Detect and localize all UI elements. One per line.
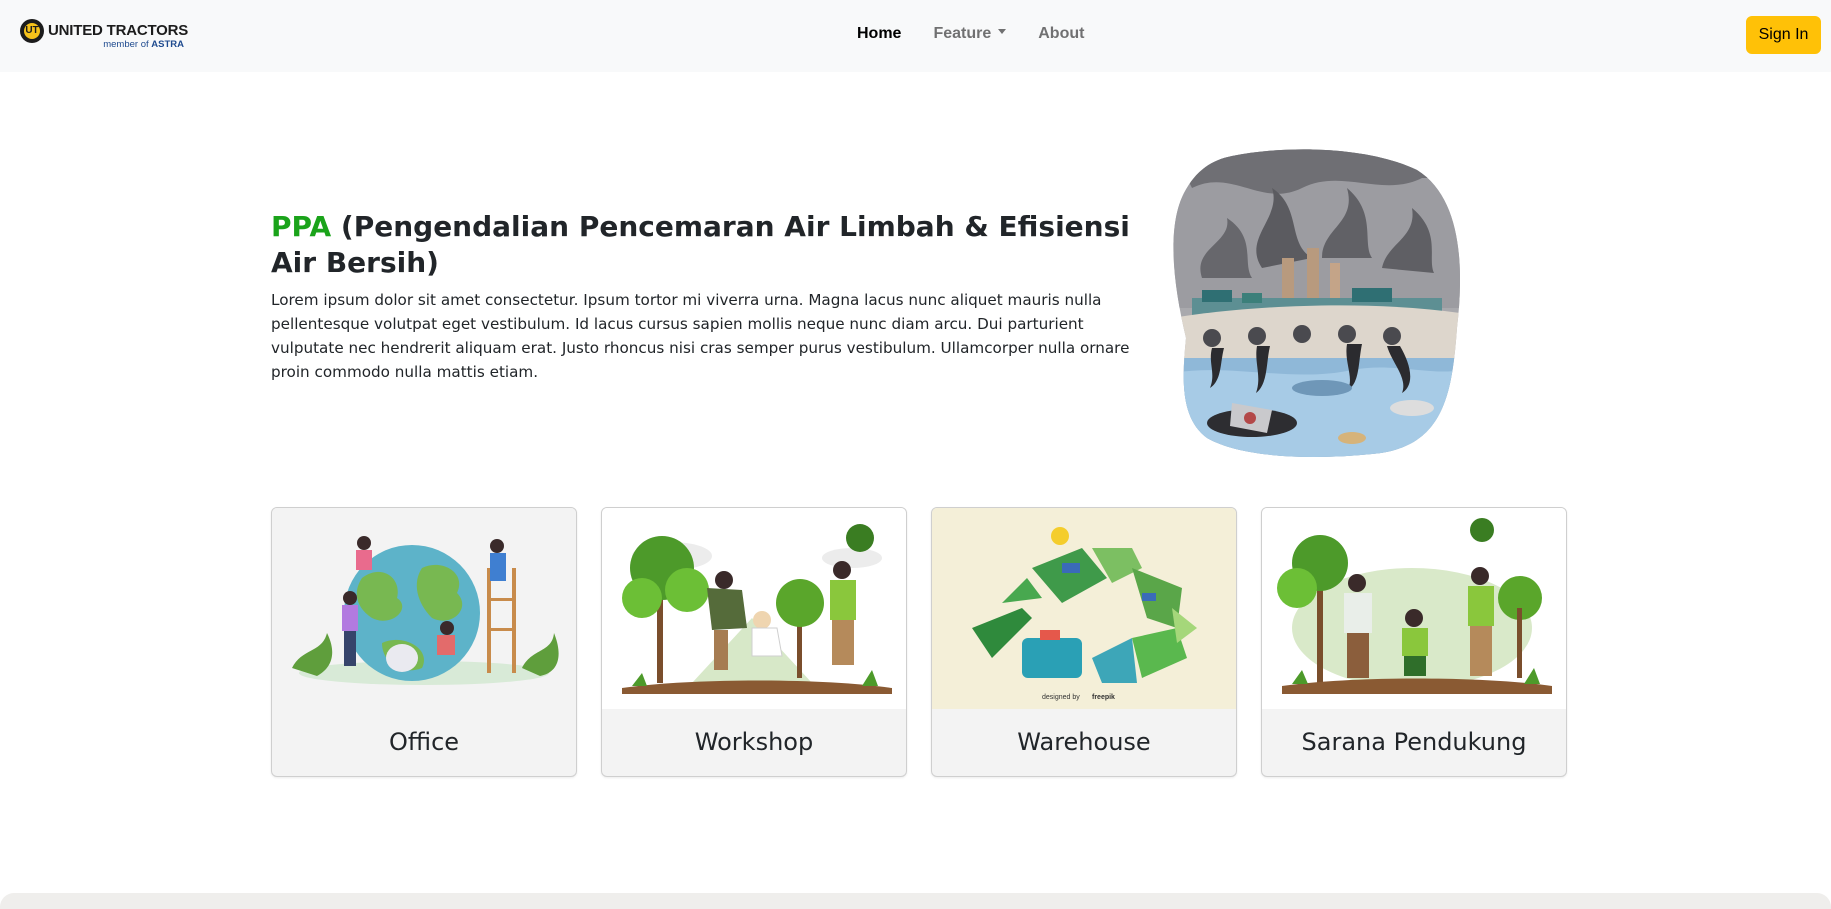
credit-brand: freepik [1092,694,1115,701]
card-sarana-pendukung[interactable]: Sarana Pendukung [1261,507,1567,777]
caret-down-icon [998,29,1007,35]
page-title: PPA (Pengendalian Pencemaran Air Limbah … [271,209,1141,281]
card-label: Workshop [694,728,814,756]
card-label: Office [388,728,460,756]
nav-about[interactable]: About [1038,25,1084,43]
credit-prefix: designed by [1042,694,1080,701]
workshop-illustration [602,508,906,709]
brand-subtitle: member of ASTRA [103,39,184,50]
nav-feature-dropdown[interactable]: Feature [933,25,1007,43]
hero-description: Lorem ipsum dolor sit amet consectetur. … [271,291,1130,381]
card-label: Sarana Pendukung [1301,728,1527,756]
page-title-accent: PPA [271,210,332,243]
card-workshop[interactable]: Workshop [601,507,907,777]
sarana-pendukung-illustration [1262,508,1566,709]
water-pollution-illustration [1173,149,1460,457]
navbar: UT UNITED TRACTORS member of ASTRA Home … [0,0,1831,72]
nav-home[interactable]: Home [857,25,901,43]
main-nav: Home Feature About [857,25,1116,43]
brand-logo[interactable]: UT UNITED TRACTORS member of ASTRA [20,18,190,52]
card-label: Warehouse [1017,728,1151,756]
brand-name: UNITED TRACTORS [48,22,189,39]
footer [0,893,1831,909]
office-illustration [272,508,576,709]
card-office[interactable]: Office [271,507,577,777]
warehouse-illustration: designed by freepik [932,508,1236,709]
card-warehouse[interactable]: designed by freepik Warehouse [931,507,1237,777]
sign-in-button[interactable]: Sign In [1746,16,1821,54]
page-title-rest: (Pengendalian Pencemaran Air Limbah & Ef… [271,210,1130,279]
united-tractors-logo-icon: UT [20,19,44,43]
